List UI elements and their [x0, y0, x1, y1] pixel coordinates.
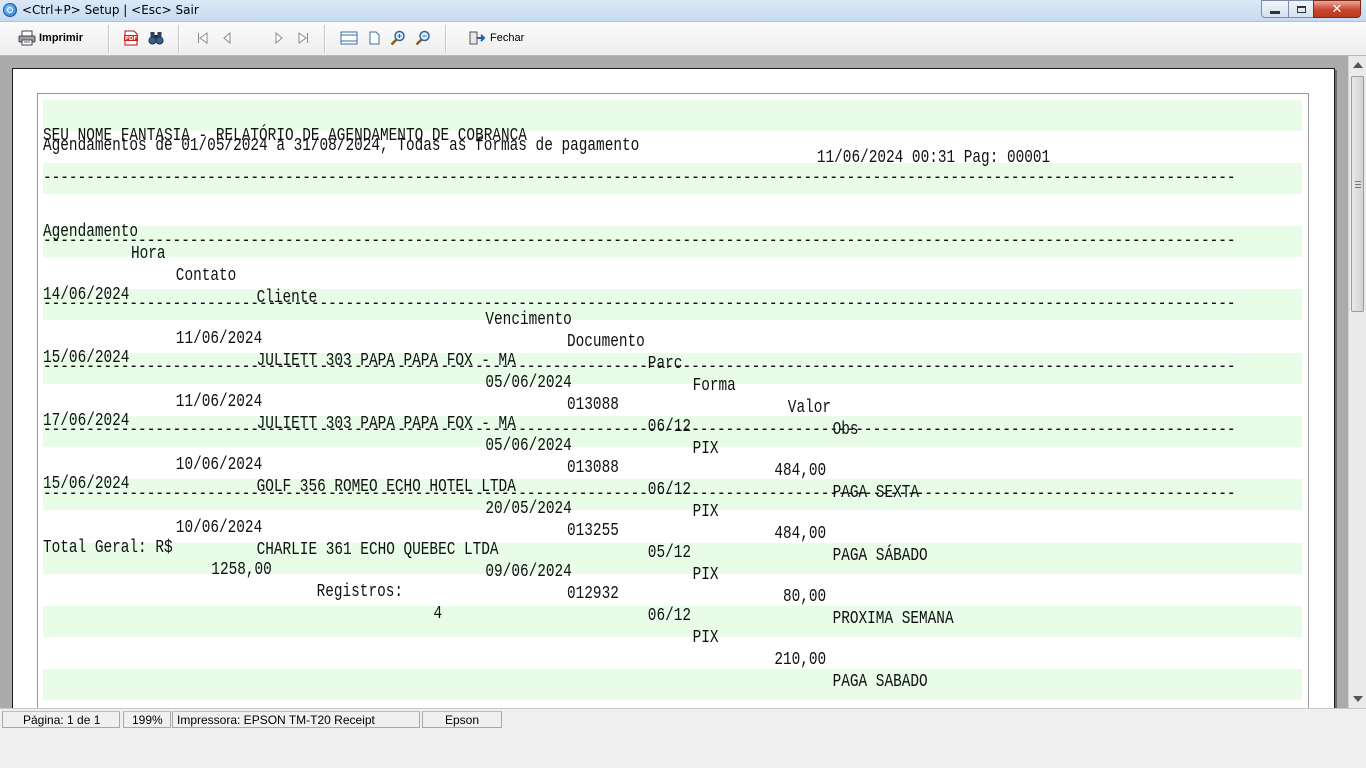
close-report-button[interactable]: Fechar [468, 26, 528, 50]
pdf-icon-text: PDF [125, 36, 138, 42]
pdf-export-button[interactable]: PDF [123, 30, 139, 46]
close-icon: ✕ [1331, 1, 1343, 17]
zoom-out-icon [415, 30, 430, 46]
separator-line: ----------------------------------------… [43, 484, 1236, 504]
page-width-icon [340, 31, 358, 45]
cell-obs: PAGA SABADO [832, 672, 928, 692]
toolbar-separator [445, 25, 447, 53]
first-page-button[interactable] [195, 30, 211, 46]
maximize-icon [1296, 5, 1306, 13]
status-page: Página: 1 de 1 [2, 711, 120, 728]
find-button[interactable] [148, 30, 164, 46]
binoculars-icon [148, 32, 164, 45]
cell-valor: 210,00 [774, 650, 827, 670]
previous-page-button[interactable] [220, 30, 236, 46]
records-value: 4 [433, 604, 443, 624]
minimize-button[interactable] [1261, 0, 1289, 18]
separator-line: ----------------------------------------… [43, 420, 1236, 440]
previous-page-icon [223, 31, 231, 45]
toolbar-separator [324, 25, 326, 53]
minimize-icon [1270, 10, 1280, 14]
title-bar: <Ctrl+P> Setup | <Esc> Sair ✕ [0, 0, 1366, 22]
separator-line: ----------------------------------------… [43, 357, 1236, 377]
status-printer-brand: Epson [422, 711, 502, 728]
records-label: Registros: [316, 582, 404, 602]
status-printer: Impressora: EPSON TM-T20 Receipt [172, 711, 420, 728]
toolbar-separator [178, 25, 180, 53]
grip-icon [1355, 181, 1361, 188]
whole-page-button[interactable] [366, 30, 382, 46]
close-report-label: Fechar [490, 32, 525, 44]
page-width-button[interactable] [340, 30, 358, 46]
app-icon [3, 3, 17, 17]
pdf-icon: PDF [124, 30, 138, 46]
status-bar: Página: 1 de 1 199% Impressora: EPSON TM… [0, 708, 1366, 731]
last-page-button[interactable] [295, 30, 311, 46]
scroll-thumb[interactable] [1351, 76, 1364, 312]
page-icon [369, 31, 380, 45]
total-value: 1258,00 [211, 560, 272, 580]
separator-line: ----------------------------------------… [43, 168, 1236, 188]
report-page: SEU NOME FANTASIA - RELATÓRIO DE AGENDAM… [12, 68, 1335, 708]
zoom-out-button[interactable] [415, 30, 431, 46]
scroll-down-arrow-icon[interactable] [1353, 696, 1363, 702]
print-button[interactable]: Imprimir [18, 26, 94, 50]
exit-door-icon [469, 31, 486, 45]
close-window-button[interactable]: ✕ [1313, 0, 1361, 18]
report-viewport[interactable]: SEU NOME FANTASIA - RELATÓRIO DE AGENDAM… [0, 56, 1348, 708]
zoom-in-icon [390, 30, 405, 46]
first-page-icon [198, 32, 208, 44]
separator-line: ----------------------------------------… [43, 231, 1236, 251]
next-page-button[interactable] [270, 30, 286, 46]
next-page-icon [275, 31, 283, 45]
last-page-icon [298, 32, 308, 44]
scroll-up-arrow-icon[interactable] [1353, 62, 1363, 68]
report-subtitle: Agendamentos de 01/05/2024 a 31/08/2024,… [43, 136, 640, 156]
separator-line: ----------------------------------------… [43, 294, 1236, 314]
printer-icon [18, 30, 36, 46]
status-zoom: 199% [123, 711, 171, 728]
maximize-button[interactable] [1288, 0, 1314, 18]
vertical-scrollbar[interactable] [1348, 56, 1366, 708]
toolbar: Imprimir PDF Fechar [0, 22, 1366, 56]
toolbar-separator [108, 25, 110, 53]
zoom-in-button[interactable] [390, 30, 406, 46]
window-title: <Ctrl+P> Setup | <Esc> Sair [22, 3, 199, 17]
report-datetime: 11/06/2024 00:31 Pag: 00001 [816, 148, 1051, 168]
report-totals: Total Geral: R$ 1258,00 Registros: 4 [43, 515, 1050, 647]
total-label: Total Geral: R$ [43, 538, 173, 558]
print-label: Imprimir [39, 32, 84, 44]
